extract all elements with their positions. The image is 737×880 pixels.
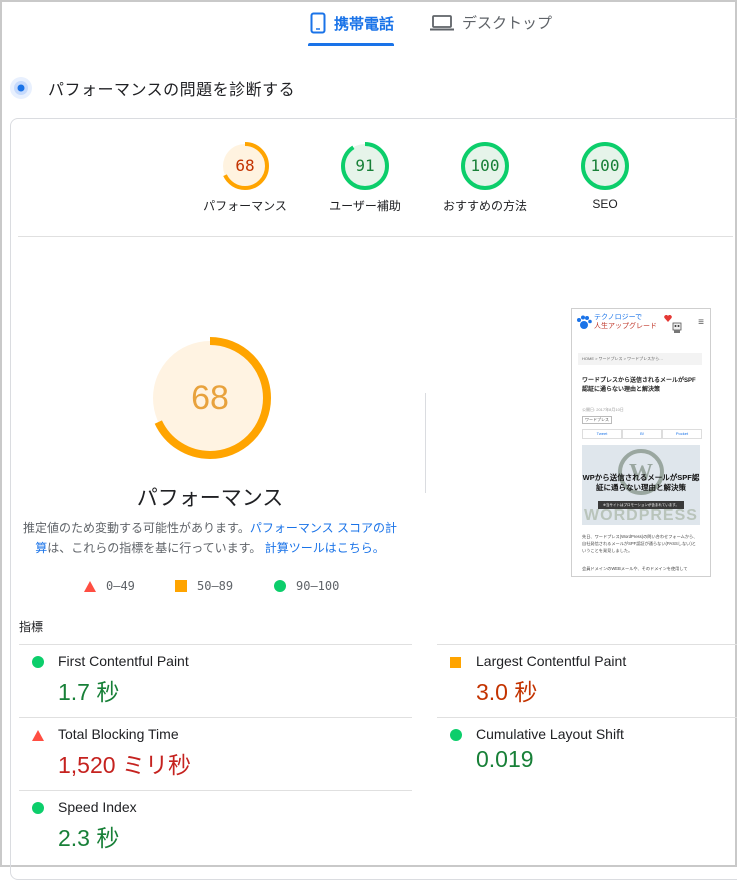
gauge-ring: 91 [340,141,390,191]
thumbnail-hero-text: WPから送信されるメールがSPF認証に通らない理由と解決策 [582,473,700,492]
vertical-divider [425,393,426,493]
gauges-divider [18,236,733,237]
metric-divider [437,644,737,645]
legend-fail-range: 0–49 [106,579,135,593]
triangle-icon [84,580,96,592]
laptop-icon [430,14,454,30]
fail-triangle-icon [32,730,44,741]
metric-divider [19,717,412,718]
thumbnail-tag: ワードプレス [582,416,612,424]
performance-gauge: 68 [148,336,272,460]
metric-value: 1,520 ミリ秒 [58,752,191,778]
gauge-score: 68 [235,156,255,175]
category-gauge[interactable]: 68 パフォーマンス [195,141,295,214]
metric-value: 2.3 秒 [58,825,120,851]
performance-description: 推定値のため変動する可能性があります。パフォーマンス スコアの計算は、これらの指… [18,518,402,558]
performance-score: 68 [191,379,229,417]
hamburger-menu-icon: ≡ [698,317,704,328]
thumbnail-meta: 公開日: 2017年8月10日 [582,407,624,412]
thumbnail-site-header: テクノロジーで 人生アップグレード ≡ [572,309,710,343]
legend-pass: 90–100 [274,579,339,593]
diagnose-header: パフォーマンスの問題を診断する [10,76,295,100]
thumbnail-site-title: テクノロジーで [594,314,643,321]
lighthouse-icon [10,77,32,99]
tab-mobile[interactable]: 携帯電話 [310,12,394,34]
heart-icon [664,315,672,322]
square-icon [175,580,187,592]
category-gauge[interactable]: 91 ユーザー補助 [315,141,415,214]
paw-logo-icon [577,315,592,329]
thumbnail-share-pocket: Pocket [662,429,702,439]
metric-divider [19,644,412,645]
metric-rating-icon [32,655,44,673]
metric-rating-icon [32,728,44,746]
metric-name: First Contentful Paint [58,653,189,669]
gauge-label: SEO [592,197,618,211]
gauge-ring: 100 [460,141,510,191]
metric-rating-icon [450,655,461,673]
active-tab-indicator [308,43,394,46]
gauge-score: 91 [355,156,375,175]
thumbnail-site-subtitle: 人生アップグレード [594,323,657,330]
metric-value: 1.7 秒 [58,679,120,705]
thumbnail-share-tweet: Tweet [582,429,622,439]
legend-average: 50–89 [175,579,233,593]
pass-circle-icon [450,729,462,741]
thumbnail-breadcrumb: HOME > ワードプレス > ワードプレスから… [578,353,702,365]
metric-name: Cumulative Layout Shift [476,726,624,742]
pass-circle-icon [32,802,44,814]
metric-divider [19,790,412,791]
metric-value: 0.019 [476,746,534,772]
gauge-score: 100 [590,156,620,175]
calculator-link[interactable]: 計算ツールはこちら。 [265,541,385,555]
category-gauge[interactable]: 100 おすすめの方法 [435,141,535,214]
diagnose-title: パフォーマンスの問題を診断する [48,82,296,99]
legend-pass-range: 90–100 [296,579,340,593]
average-square-icon [450,657,461,668]
metric-rating-icon [32,801,44,819]
smartphone-icon [310,12,326,34]
circle-icon [274,580,286,592]
legend-fail: 0–49 [84,579,135,593]
tab-desktop[interactable]: デスクトップ [430,12,552,33]
metric-name: Total Blocking Time [58,726,179,742]
thumbnail-body-2: 会員ドメインのWEBメールや、そのドメインを使用して [582,566,688,571]
description-text-2: は、これらの指標を基に行っています。 [47,541,262,555]
thumbnail-hero-wordpress: WORDPRESS [584,507,698,524]
thumbnail-body-1: 先日、ワードプレス(WordPress)の問い合わせフォームから、自社発信される… [582,534,698,553]
gauge-score: 100 [470,156,500,175]
metric-name: Speed Index [58,799,137,815]
metric-value: 3.0 秒 [476,679,538,705]
metric-divider [437,717,737,718]
gauge-label: ユーザー補助 [329,199,401,213]
tab-desktop-label: デスクトップ [462,15,553,32]
metrics-heading: 指標 [19,620,44,634]
thumbnail-share-hatena: B! [622,429,662,439]
pass-circle-icon [32,656,44,668]
thumbnail-article-title: ワードプレスから送信されるメールがSPF認証に通らない理由と解決策 [582,378,696,393]
metric-name: Largest Contentful Paint [476,653,627,669]
gauge-ring: 68 [220,141,270,191]
thumbnail-hero-image: W WPから送信されるメールがSPF認証に通らない理由と解決策 ※当サイトはプロ… [582,445,700,525]
performance-title: パフォーマンス [136,487,284,510]
gauge-label: おすすめの方法 [442,199,527,213]
description-text-1: 推定値のため変動する可能性があります。 [23,521,250,535]
gauge-label: パフォーマンス [203,199,287,213]
category-gauge[interactable]: 100 SEO [555,141,655,211]
tab-mobile-label: 携帯電話 [334,15,395,33]
gauge-ring: 100 [580,141,630,191]
robot-icon [672,322,682,333]
metric-rating-icon [450,728,462,746]
final-screenshot[interactable]: テクノロジーで 人生アップグレード ≡ HOME > ワードプレス > ワードプ… [571,308,711,577]
legend-average-range: 50–89 [197,579,234,593]
